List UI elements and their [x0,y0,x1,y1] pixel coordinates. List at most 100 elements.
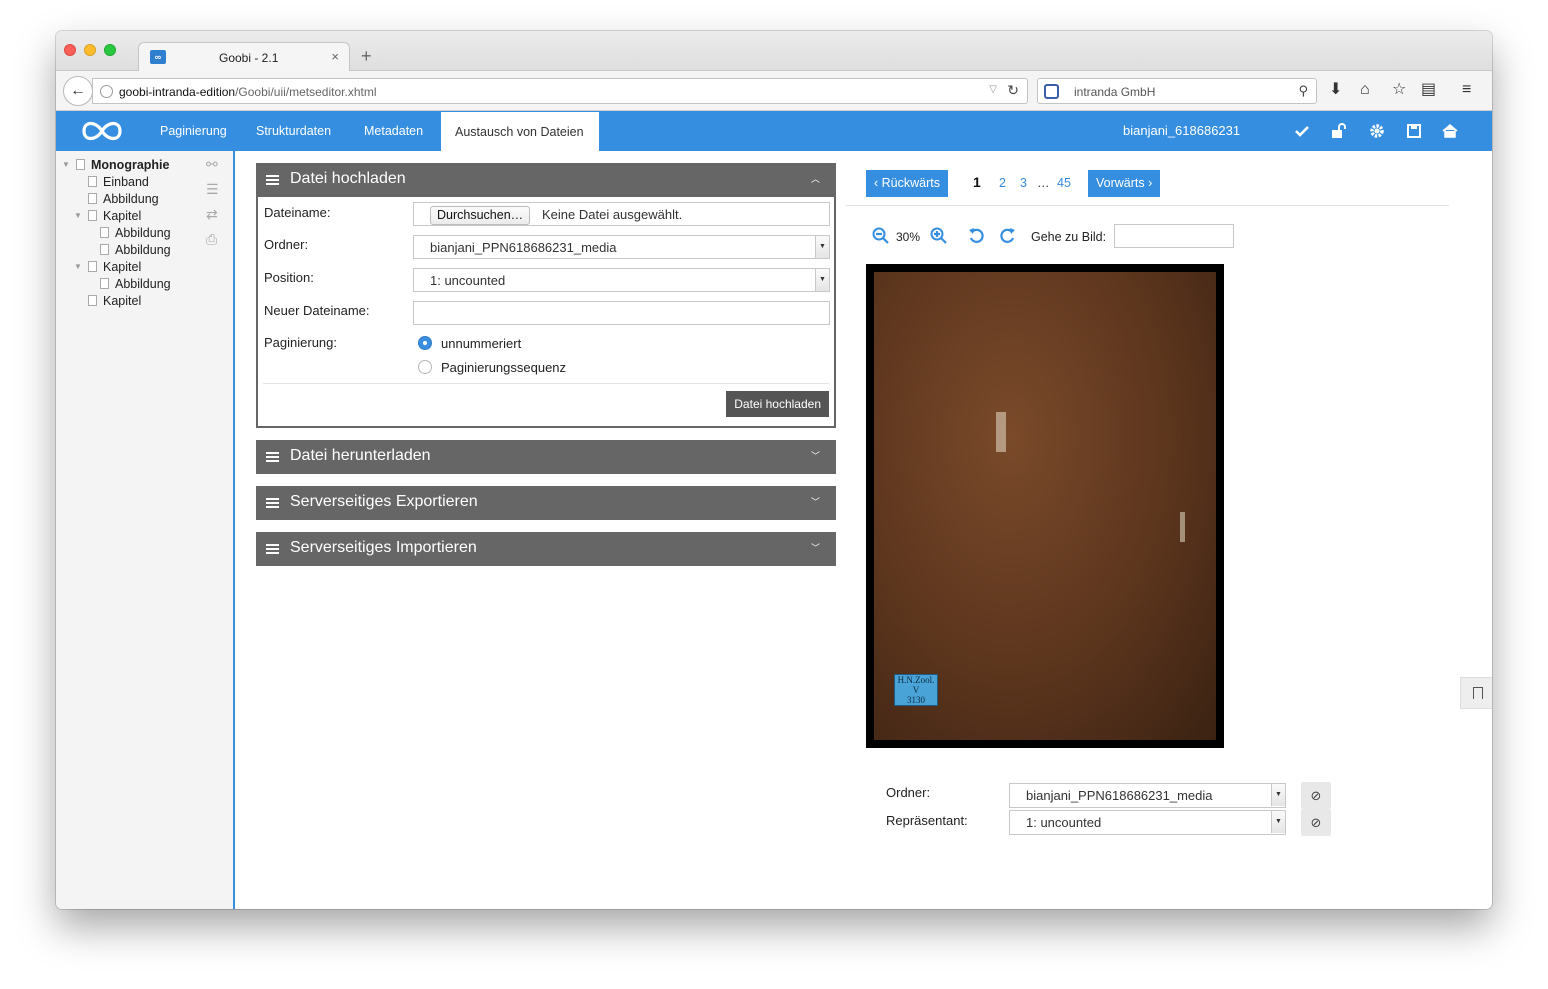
download-icon[interactable]: ⬇ [1329,81,1342,99]
zoom-level: 30% [896,230,921,244]
representative-select[interactable]: 1: uncounted ▼ [1009,810,1286,835]
url-dropdown-icon[interactable]: ▽ [989,84,997,95]
position-select[interactable]: 1: uncounted ▼ [413,268,830,292]
nav-strukturdaten[interactable]: Strukturdaten [256,111,331,151]
structure-tree-sidebar: ▼ Monographie Einband Abbildung ▼ Kapitel … [56,151,235,909]
print-icon[interactable]: ⎙ [206,231,217,248]
chevron-down-icon[interactable]: ﹀ [811,495,820,508]
minimize-window-button[interactable] [84,44,96,56]
home-icon[interactable]: ⌂ [1360,81,1370,99]
upload-panel-header[interactable]: Datei hochladen ︿ [256,163,836,197]
library-shelfmark-label: H.N.Zool. V 3130 [894,674,938,706]
tree-item[interactable]: Abbildung [100,225,171,241]
back-button[interactable]: ← [63,76,93,106]
collapse-triangle-icon[interactable]: ▼ [74,259,82,275]
tree-item[interactable]: Einband [88,174,149,190]
apply-folder-button[interactable]: ⊘ [1301,782,1331,809]
select-arrow-icon[interactable]: ▼ [815,236,829,258]
upload-button[interactable]: Datei hochladen [726,391,829,417]
app-header: Paginierung Strukturdaten Metadaten Aust… [56,111,1492,151]
tree-item-monographie[interactable]: ▼ Monographie [62,157,169,173]
folder-label: Ordner: [264,237,309,252]
tree-item[interactable]: Kapitel [88,293,141,309]
collapse-triangle-icon[interactable]: ▼ [62,157,70,173]
page-number[interactable]: 45 [1057,176,1071,190]
goto-image-label: Gehe zu Bild: [1031,230,1107,244]
tab-title: Goobi - 2.1 [219,51,279,65]
nav-austausch-von-dateien[interactable]: Austausch von Dateien [441,111,599,151]
pagination-label: Paginierung: [264,335,337,350]
file-input[interactable]: Durchsuchen… Keine Datei ausgewählt. [413,202,830,226]
search-icon[interactable]: ⚲ [1298,83,1308,99]
unlink-icon[interactable]: ⚯ [206,156,218,173]
back-page-button[interactable]: ‹ Rückwärts [866,170,948,197]
url-bar[interactable]: goobi-intranda-edition/Goobi/uii/metsedi… [92,78,1028,104]
tree-item[interactable]: Abbildung [88,191,159,207]
download-panel-header[interactable]: Datei herunterladen ﹀ [256,440,836,474]
document-icon [100,244,109,255]
search-engine-icon[interactable] [1044,84,1059,99]
divider [846,205,1449,206]
chevron-down-icon[interactable]: ﹀ [811,449,820,462]
export-panel-header[interactable]: Serverseitiges Exportieren ﹀ [256,486,836,520]
chevron-up-icon[interactable]: ︿ [811,172,820,185]
goobi-logo-icon[interactable] [80,118,124,144]
apply-representative-button[interactable]: ⊘ [1301,809,1331,836]
select-arrow-icon[interactable]: ▼ [1271,784,1285,806]
tree-item[interactable]: Abbildung [100,276,171,292]
check-icon[interactable] [1294,123,1310,139]
folder-select[interactable]: bianjani_PPN618686231_media ▼ [413,235,830,259]
radio-paginierungssequenz[interactable] [418,360,432,374]
panel-title: Serverseitiges Exportieren [290,493,478,510]
page-number[interactable]: 2 [999,176,1006,190]
browse-button[interactable]: Durchsuchen… [430,206,531,225]
nav-metadaten[interactable]: Metadaten [364,111,423,151]
unlock-icon[interactable] [1331,123,1347,139]
search-bar[interactable]: intranda GmbH ⚲ [1037,78,1317,104]
document-icon [88,193,97,204]
tree-item[interactable]: ▼ Kapitel [74,259,141,275]
page-number[interactable]: 3 [1020,176,1027,190]
zoom-out-icon[interactable] [872,227,890,245]
tree-item[interactable]: ▼ Kapitel [74,208,141,224]
bookmark-star-icon[interactable]: ☆ [1392,81,1406,99]
select-arrow-icon[interactable]: ▼ [815,269,829,291]
chevron-down-icon[interactable]: ﹀ [811,541,820,554]
url-text[interactable]: goobi-intranda-edition/Goobi/uii/metsedi… [119,85,377,99]
menu-icon [266,452,279,462]
select-arrow-icon[interactable]: ▼ [1271,811,1285,833]
scanned-page-image[interactable]: H.N.Zool. V 3130 [866,264,1224,748]
close-tab-icon[interactable]: × [331,49,339,64]
browser-tab[interactable]: ∞ Goobi - 2.1 × [138,42,350,72]
tree-item[interactable]: Abbildung [100,242,171,258]
close-window-button[interactable] [64,44,76,56]
home-app-icon[interactable] [1442,123,1458,139]
nav-paginierung[interactable]: Paginierung [160,111,227,151]
new-tab-button[interactable]: + [361,47,372,65]
globe-icon [100,85,113,98]
forward-page-button[interactable]: Vorwärts › [1088,170,1161,197]
collapse-triangle-icon[interactable]: ▼ [74,208,82,224]
document-icon [88,176,97,187]
page-number-current: 1 [973,174,981,190]
maximize-window-button[interactable] [104,44,116,56]
gear-icon[interactable] [1369,123,1385,139]
reading-list-icon[interactable]: ▤ [1421,81,1436,99]
list-icon[interactable]: ☰ [206,181,219,198]
bookmark-icon[interactable] [1460,677,1492,709]
radio-unnummeriert[interactable] [418,336,432,350]
reload-icon[interactable]: ↻ [1007,82,1019,99]
page-ellipsis: … [1037,176,1050,190]
zoom-in-icon[interactable] [930,227,948,245]
menu-icon [266,544,279,554]
bottom-folder-select[interactable]: bianjani_PPN618686231_media ▼ [1009,783,1286,808]
rotate-right-icon[interactable] [998,227,1016,245]
swap-icon[interactable]: ⇄ [206,206,218,223]
rotate-left-icon[interactable] [968,227,986,245]
goto-image-input[interactable] [1114,224,1234,248]
save-icon[interactable] [1406,123,1422,139]
hamburger-menu-icon[interactable]: ≡ [1462,81,1471,99]
import-panel-header[interactable]: Serverseitiges Importieren ﹀ [256,532,836,566]
document-icon [100,278,109,289]
new-filename-input[interactable] [413,301,830,325]
